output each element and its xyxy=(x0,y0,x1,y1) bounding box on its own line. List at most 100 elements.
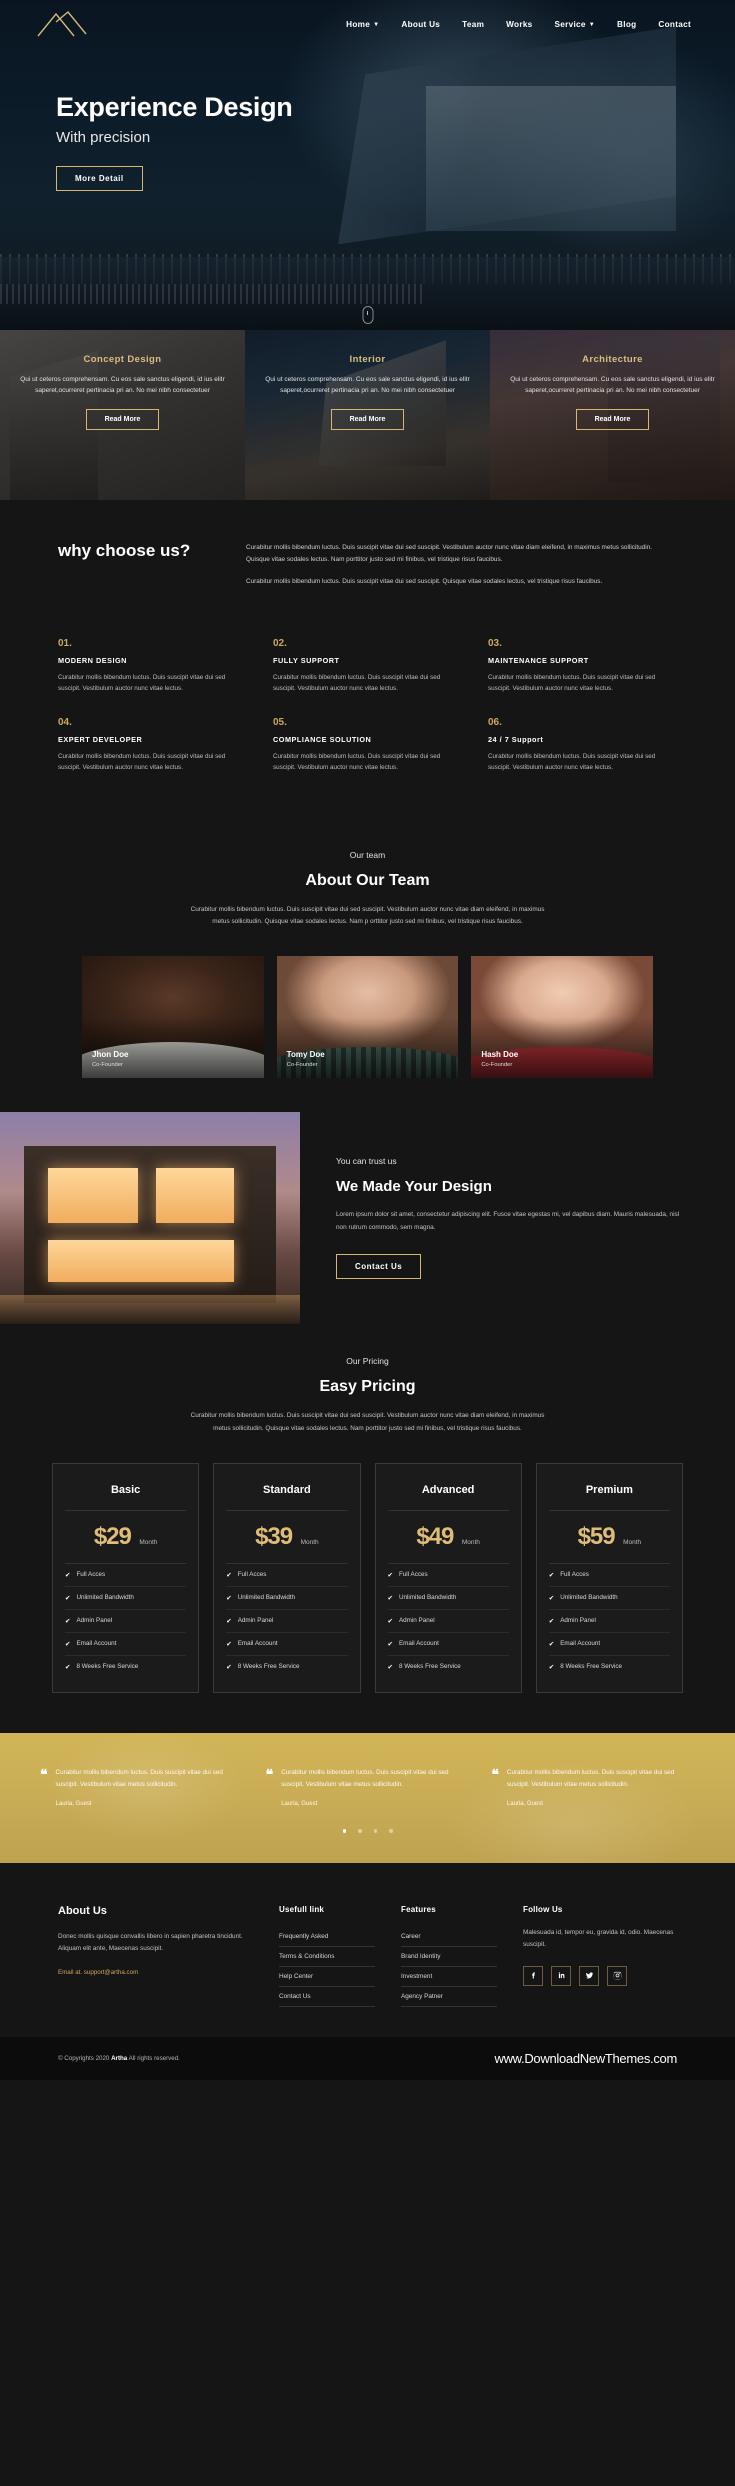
service-read-more-button[interactable]: Read More xyxy=(85,408,160,430)
check-icon: ✔ xyxy=(226,1594,232,1602)
feature-item: 01. MODERN DESIGN Curabitur mollis biben… xyxy=(58,638,247,695)
nav-label: Works xyxy=(506,19,533,29)
feature-text: Curabitur mollis bibendum luctus. Duis s… xyxy=(273,673,441,693)
check-icon: ✔ xyxy=(387,1663,393,1671)
service-card-architecture[interactable]: Architecture Qui ut ceteros comprehensam… xyxy=(490,330,735,500)
team-members-grid: Jhon Doe Co-Founder Tomy Doe Co-Founder … xyxy=(0,928,735,1079)
artha-mountain-logo[interactable] xyxy=(34,8,94,40)
pricing-card-advanced[interactable]: Advanced $49 Month ✔ Full Acces ✔ Unlimite… xyxy=(374,1462,522,1693)
more-detail-button[interactable]: More Detail xyxy=(56,166,143,191)
plan-feature-label: Email Account xyxy=(76,1640,117,1648)
service-title: Interior xyxy=(349,354,386,365)
footer-about-column: About Us Donec mollis quisque convallis … xyxy=(58,1905,253,2007)
feature-title: MODERN DESIGN xyxy=(58,655,127,665)
footer-features-heading: Features xyxy=(401,1904,436,1914)
service-text: Qui ut ceteros comprehensam. Cu eos sale… xyxy=(20,376,225,395)
team-member-card[interactable]: Tomy Doe Co-Founder xyxy=(276,956,459,1079)
nav-item-service[interactable]: Service ▼ xyxy=(555,20,596,29)
plan-period: Month xyxy=(300,1538,319,1546)
footer-link-agency-patner[interactable]: Agency Patner xyxy=(401,1987,497,2007)
plan-feature: ✔ Admin Panel xyxy=(548,1610,670,1633)
pricing-title: Easy Pricing xyxy=(319,1378,416,1396)
nav-item-home[interactable]: Home ▼ xyxy=(346,20,379,29)
plan-name: Advanced xyxy=(421,1483,475,1496)
check-icon: ✔ xyxy=(65,1640,71,1648)
footer: About Us Donec mollis quisque convallis … xyxy=(0,1862,735,2037)
plan-feature-label: Admin Panel xyxy=(76,1617,113,1625)
footer-link-help-center[interactable]: Help Center xyxy=(279,1967,375,1987)
chevron-down-icon: ▼ xyxy=(373,22,380,28)
service-card-interior[interactable]: Interior Qui ut ceteros comprehensam. Cu… xyxy=(245,330,490,500)
team-title: About Our Team xyxy=(305,872,430,890)
team-member-name: Jhon Doe xyxy=(92,1050,129,1060)
carousel-dot[interactable] xyxy=(373,1829,377,1833)
linkedin-icon[interactable] xyxy=(551,1965,571,1986)
team-member-name: Hash Doe xyxy=(481,1050,519,1060)
feature-item: 03. MAINTENANCE SUPPORT Curabitur mollis… xyxy=(488,638,677,695)
testimonials-section: ❝ Curabitur mollis bibendum luctus. Duis… xyxy=(0,1732,735,1863)
check-icon: ✔ xyxy=(65,1571,71,1579)
footer-link-contact-us[interactable]: Contact Us xyxy=(279,1987,375,2007)
team-member-card[interactable]: Hash Doe Co-Founder xyxy=(471,956,654,1079)
nav-label: Team xyxy=(462,19,485,29)
pricing-cards-grid: Basic $29 Month ✔ Full Acces ✔ Unlimited B… xyxy=(0,1435,735,1693)
why-choose-us-heading: why choose us? xyxy=(58,541,191,560)
nav-label: Blog xyxy=(617,19,637,29)
quote-icon: ❝ xyxy=(40,1765,48,1782)
instagram-icon[interactable] xyxy=(607,1965,627,1986)
plan-feature: ✔ Full Acces xyxy=(387,1564,509,1587)
footer-link-investment[interactable]: Investment xyxy=(401,1967,497,1987)
team-member-role: Co-Founder xyxy=(286,1062,318,1069)
plan-feature: ✔ Email Account xyxy=(548,1633,670,1656)
nav-item-works[interactable]: Works xyxy=(506,20,532,29)
contact-us-button[interactable]: Contact Us xyxy=(336,1254,422,1280)
scroll-indicator-icon xyxy=(362,306,373,324)
plan-feature-label: 8 Weeks Free Service xyxy=(398,1663,461,1671)
footer-link-brand-identity[interactable]: Brand Identity xyxy=(401,1947,497,1967)
main-nav: Home ▼ About Us Team Works Service ▼ Blo xyxy=(346,20,701,29)
carousel-dot[interactable] xyxy=(342,1829,346,1833)
feature-title: 24 / 7 Support xyxy=(488,734,544,744)
nav-item-team[interactable]: Team xyxy=(462,20,484,29)
nav-item-about-us[interactable]: About Us xyxy=(401,20,440,29)
carousel-dot[interactable] xyxy=(358,1829,362,1833)
footer-about-heading: About Us xyxy=(58,1904,107,1917)
service-read-more-button[interactable]: Read More xyxy=(575,408,650,430)
footer-link-career[interactable]: Career xyxy=(401,1927,497,1947)
copyright-bar: © Copyrights 2020 Artha All rights reser… xyxy=(0,2036,735,2080)
check-icon: ✔ xyxy=(226,1617,232,1625)
testimonials-grid: ❝ Curabitur mollis bibendum luctus. Duis… xyxy=(40,1765,695,1808)
feature-item: 06. 24 / 7 Support Curabitur mollis bibe… xyxy=(488,717,677,774)
plan-feature-label: Unlimited Bandwidth xyxy=(560,1594,618,1602)
testimonial-author: Lauria, Guest xyxy=(506,1801,543,1808)
team-member-card[interactable]: Jhon Doe Co-Founder xyxy=(82,956,264,1079)
check-icon: ✔ xyxy=(548,1571,555,1579)
plan-feature-label: 8 Weeks Free Service xyxy=(237,1663,300,1671)
photo-gradient-overlay xyxy=(276,1017,459,1079)
plan-price: $59 xyxy=(577,1522,616,1550)
facebook-icon[interactable] xyxy=(523,1965,543,1986)
pricing-card-premium[interactable]: Premium $59 Month ✔ Full Acces ✔ Unlimited… xyxy=(535,1462,683,1693)
pricing-card-basic[interactable]: Basic $29 Month ✔ Full Acces ✔ Unlimited B… xyxy=(52,1462,200,1693)
service-read-more-button[interactable]: Read More xyxy=(330,408,405,430)
team-member-name: Tomy Doe xyxy=(286,1050,325,1060)
service-card-concept-design[interactable]: Concept Design Qui ut ceteros comprehens… xyxy=(0,330,245,500)
twitter-icon[interactable] xyxy=(579,1965,599,1986)
feature-title: EXPERT DEVELOPER xyxy=(58,734,143,744)
footer-link-terms-conditions[interactable]: Terms & Conditions xyxy=(279,1947,375,1967)
nav-item-contact[interactable]: Contact xyxy=(658,20,691,29)
plan-feature-label: Full Acces xyxy=(237,1571,267,1579)
footer-link-frequently-asked[interactable]: Frequently Asked xyxy=(279,1927,375,1947)
check-icon: ✔ xyxy=(226,1571,232,1579)
plan-name: Premium xyxy=(585,1483,633,1496)
lit-window xyxy=(156,1167,234,1223)
pricing-section: Our Pricing Easy Pricing Curabitur molli… xyxy=(0,1324,735,1732)
carousel-dot[interactable] xyxy=(389,1829,393,1833)
plan-feature: ✔ 8 Weeks Free Service xyxy=(549,1656,670,1678)
nav-item-blog[interactable]: Blog xyxy=(617,20,636,29)
pricing-card-standard[interactable]: Standard $39 Month ✔ Full Acces ✔ Unlimite… xyxy=(213,1462,361,1693)
check-icon: ✔ xyxy=(65,1594,71,1602)
footer-email[interactable]: Email at. support@artha.com xyxy=(58,1969,253,1976)
nav-label: Contact xyxy=(658,19,691,29)
check-icon: ✔ xyxy=(387,1617,393,1625)
